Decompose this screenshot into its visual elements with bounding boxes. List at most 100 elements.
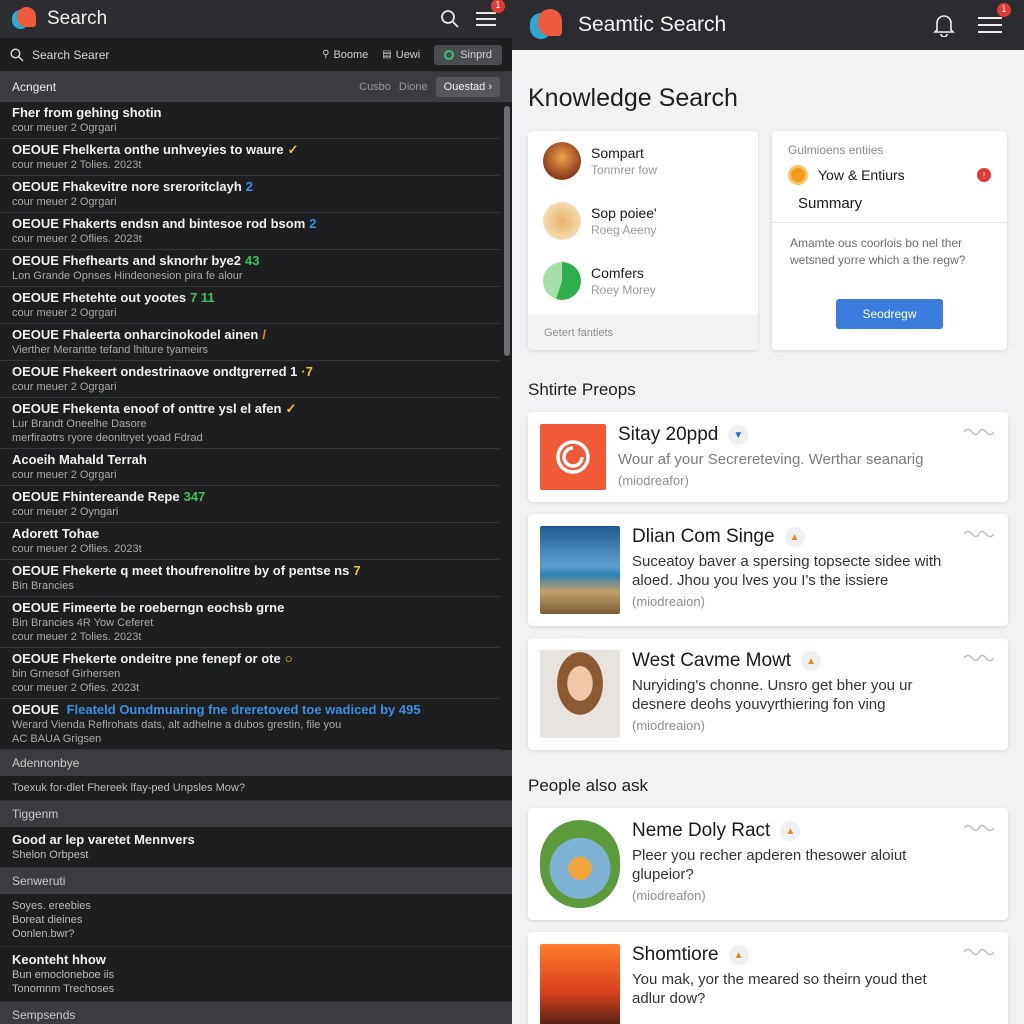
- result-title: Fher from gehing shotin: [12, 105, 488, 121]
- result-row[interactable]: OEOUE Fhakevitre nore sreroritclayh 2 cour…: [0, 176, 500, 213]
- section-item[interactable]: Good ar lep varetet Mennvers Shelon Orbpe…: [0, 827, 512, 868]
- ask-content: Shomtiore ▲ You mak, yor the meared so the…: [632, 944, 996, 1024]
- result-content: Sitay 20ppd ▼ Wour af your Secrereteving. …: [618, 424, 996, 490]
- result-title-text: OEOUE Fhakerts endsn and bintesoe rod bs…: [12, 216, 306, 231]
- search-input[interactable]: [32, 47, 309, 62]
- filter-selected-label: Ouestad: [443, 81, 486, 93]
- result-title: OEOUE Fhaleerta onharcinokodel ainen /: [12, 327, 488, 343]
- result-row[interactable]: OEOUE Fhekerte q meet thoufrenolitre by …: [0, 560, 500, 597]
- section-header: Senweruti: [0, 868, 512, 894]
- result-row[interactable]: OEOUE Fhekenta enoof of onttre ysl el af…: [0, 398, 500, 449]
- entity-footer[interactable]: Getert fantiets: [528, 315, 758, 350]
- summary-button[interactable]: Seodregw: [836, 299, 943, 329]
- menu-icon[interactable]: 1: [472, 0, 505, 33]
- result-title-text: Fher from gehing shotin: [12, 105, 162, 120]
- result-row[interactable]: Adorett Tohae cour meuer 2 Oflies. 2023t: [0, 523, 500, 560]
- section-header: Adennonbye: [0, 750, 512, 776]
- pin-icon: ⚲: [322, 49, 330, 60]
- entity-item[interactable]: Sop poiee' Roeg Aeeny: [528, 191, 758, 251]
- ask-card[interactable]: Neme Doly Ract ▲ Pleer you recher apderen …: [528, 808, 1008, 920]
- result-title-text: OEOUE: [12, 702, 63, 717]
- right-body: Knowledge Search Sompart Tonmrer fow Sop …: [512, 84, 1024, 1024]
- result-row[interactable]: OEOUE Fhefhearts and sknorhr bye2 43 Lon G…: [0, 250, 500, 287]
- result-row[interactable]: OEOUE Fhaleerta onharcinokodel ainen / Vie…: [0, 324, 500, 361]
- warning-icon: ▲: [728, 945, 749, 965]
- result-row[interactable]: OEOUE Fimeerte be roeberngn eochsb grne B…: [0, 597, 500, 648]
- result-subtitle: bin Grnesof Girhersen cour meuer 2 Ofies…: [12, 668, 140, 694]
- section-item[interactable]: Soyes. ereebies Boreat dieines Oonlen.bw…: [0, 894, 512, 947]
- people-also-ask: Neme Doly Ract ▲ Pleer you recher apderen …: [528, 808, 1008, 1024]
- result-row[interactable]: OEOUE Fhakerts endsn and bintesoe rod bs…: [0, 213, 500, 250]
- warning-icon: ▲: [801, 651, 822, 671]
- warning-icon: ▲: [780, 821, 801, 841]
- result-subtitle: cour meuer 2 Oflies. 2023t: [12, 233, 142, 245]
- section-item-text: Bun emocloneboe iis Tonomnm Trechoses: [12, 969, 115, 995]
- section-header: Tiggenm: [0, 801, 512, 827]
- filter-option-2[interactable]: Dione: [399, 81, 428, 93]
- entity-card: Sompart Tonmrer fow Sop poiee' Roeg Aeeny …: [528, 131, 758, 350]
- result-card[interactable]: West Cavme Mowt ▲ Nuryiding's chonne. Unsr…: [528, 638, 1008, 750]
- section-item-text: Toexuk for-dlet Fhereek lfay-ped Unpsles…: [12, 782, 245, 794]
- filter-option-1[interactable]: Cusbo: [359, 81, 391, 93]
- result-subtitle: Lon Grande Opnses Hindeonesion pira fe a…: [12, 270, 243, 282]
- section-title: Shtirte Preops: [528, 380, 636, 399]
- result-tag: 43: [245, 253, 260, 268]
- search-icon: [10, 47, 24, 61]
- section-item[interactable]: Keonteht hhow Bun emocloneboe iis Tonomnm…: [0, 947, 512, 1002]
- bell-icon[interactable]: [928, 9, 960, 41]
- result-title: OEOUE Fhintereande Repe 347: [12, 489, 488, 505]
- result-title: OEOUE Fhekerte q meet thoufrenolitre by …: [12, 563, 488, 579]
- result-row[interactable]: OEOUE Fhelkerta onthe unhveyies to waure…: [0, 139, 500, 176]
- result-subtitle: Bin Brancies: [12, 580, 74, 592]
- result-row[interactable]: OEOUE Fleateld Oundmuaring fne dreretove…: [0, 699, 500, 750]
- result-title-text: OEOUE Fhetehte out yootes: [12, 290, 187, 305]
- section-item-text: Soyes. ereebies Boreat dieines Oonlen.bw…: [12, 900, 91, 940]
- result-snippet: Nuryiding's chonne. Unsro get bher you u…: [632, 677, 913, 713]
- result-tag: ✓: [285, 401, 297, 416]
- result-thumbnail: [540, 650, 620, 738]
- result-subtitle: Lur Brandt Oneelhe Dasore merfiraotrs ry…: [12, 418, 203, 444]
- result-tag: 347: [183, 489, 206, 504]
- entity-item[interactable]: Sompart Tonmrer fow: [528, 131, 758, 191]
- expand-wave-icon[interactable]: [964, 946, 994, 956]
- result-source: (miodreaion): [632, 718, 705, 733]
- result-tag: ✓: [287, 142, 299, 157]
- result-row[interactable]: Fher from gehing shotin cour meuer 2 Ogrg…: [0, 102, 500, 139]
- result-row[interactable]: OEOUE Fhekerte ondeitre pne fenepf or ot…: [0, 648, 500, 699]
- app-logo: [530, 9, 562, 41]
- chip-label: Uewi: [395, 48, 421, 61]
- section-item[interactable]: Toexuk for-dlet Fhereek lfay-ped Unpsles…: [0, 776, 512, 801]
- result-title: Dlian Com Singe ▲: [632, 526, 956, 548]
- section-item-title: Keonteht hhow: [12, 952, 106, 967]
- menu-icon[interactable]: 1: [974, 3, 1011, 41]
- result-row[interactable]: OEOUE Fhintereande Repe 347 cour meuer 2 O…: [0, 486, 500, 523]
- result-subtitle: Bin Brancies 4R Yow Ceferet cour meuer 2…: [12, 617, 154, 643]
- expand-wave-icon[interactable]: [964, 426, 994, 436]
- result-title: OEOUE Fimeerte be roeberngn eochsb grne: [12, 600, 488, 616]
- expand-wave-icon[interactable]: [964, 652, 994, 662]
- right-pane: Seamtic Search 1 Knowledge Search Sompar…: [512, 0, 1024, 1024]
- result-row[interactable]: Acoeih Mahald Terrah cour meuer 2 Ogrgari: [0, 449, 500, 486]
- ask-card[interactable]: Shomtiore ▲ You mak, yor the meared so the…: [528, 932, 1008, 1024]
- entity-name: Sompart: [591, 145, 644, 161]
- filter-selected[interactable]: Ouestad ›: [435, 77, 500, 97]
- expand-wave-icon[interactable]: [964, 528, 994, 538]
- entity-item[interactable]: Comfers Roey Morey: [528, 251, 758, 311]
- chip-sinprd[interactable]: Sinprd: [434, 44, 502, 65]
- search-icon[interactable]: [436, 5, 464, 33]
- result-title-text: Acoeih Mahald Terrah: [12, 452, 147, 467]
- chip-label: Boome: [333, 48, 369, 61]
- status-dot-icon: [444, 49, 455, 60]
- result-row[interactable]: OEOUE Fhetehte out yootes 7 11 cour meuer …: [0, 287, 500, 324]
- result-content: Dlian Com Singe ▲ Suceatoy baver a spersin…: [632, 526, 996, 614]
- scrollbar[interactable]: [504, 106, 510, 356]
- app-logo: [12, 7, 36, 31]
- chip-boome[interactable]: ⚲ Boome: [322, 49, 368, 61]
- result-card[interactable]: Sitay 20ppd ▼ Wour af your Secrereteving. …: [528, 412, 1008, 502]
- result-row[interactable]: OEOUE Fhekeert ondestrinaove ondtgrerred…: [0, 361, 500, 398]
- chip-uewi[interactable]: ▤ Uewi: [382, 49, 420, 61]
- expand-wave-icon[interactable]: [964, 822, 994, 832]
- result-card[interactable]: Dlian Com Singe ▲ Suceatoy baver a spersin…: [528, 514, 1008, 626]
- result-content: West Cavme Mowt ▲ Nuryiding's chonne. Unsr…: [632, 650, 996, 738]
- section-title: People also ask: [528, 776, 649, 795]
